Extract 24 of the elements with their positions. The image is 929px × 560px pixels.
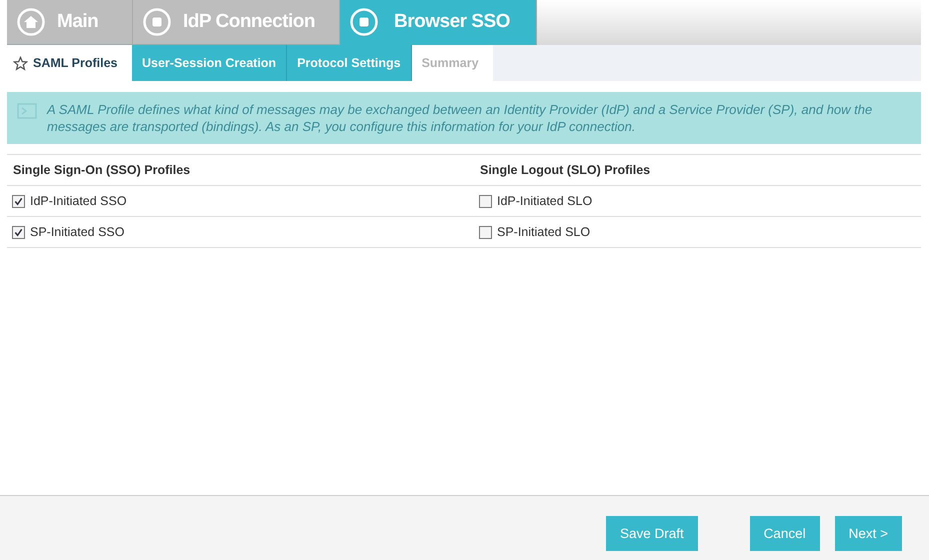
step-tab[interactable]: IdP Connection — [133, 0, 340, 45]
checkbox-label: SP-Initiated SSO — [30, 225, 124, 239]
checkbox-label: IdP-Initiated SLO — [497, 194, 592, 208]
wizard-tab[interactable]: User-Session Creation — [132, 45, 288, 81]
checkbox[interactable] — [12, 194, 25, 208]
star-icon — [13, 56, 28, 70]
checkbox[interactable] — [479, 194, 492, 208]
info-text: A SAML Profile defines what kind of messages may be exchanged between an Identity Provider (IdP) and a Service Provider (SP), and how the messages are transported (bindings). As an SP, you configure this information for your IdP connection. — [47, 101, 874, 135]
step-tab[interactable]: Browser SSO — [340, 0, 537, 45]
column-header: Single Sign-On (SSO) Profiles — [12, 163, 192, 177]
footer-button[interactable]: Next > — [834, 516, 902, 551]
column-header: Single Logout (SLO) Profiles — [479, 163, 652, 177]
console-icon — [17, 103, 37, 119]
stop-circle-icon — [143, 8, 171, 36]
stop-circle-icon — [350, 8, 378, 36]
footer-button[interactable]: Cancel — [750, 516, 820, 551]
checkbox[interactable] — [479, 226, 492, 238]
checkbox[interactable] — [12, 226, 25, 238]
step-tab[interactable]: Main — [7, 0, 133, 45]
checkbox-label: IdP-Initiated SSO — [30, 194, 127, 208]
home-icon — [17, 8, 45, 36]
checkbox-label: SP-Initiated SLO — [497, 225, 590, 239]
wizard-tab[interactable]: Protocol Settings — [287, 45, 412, 81]
save-draft-button[interactable]: Save Draft — [606, 516, 698, 551]
